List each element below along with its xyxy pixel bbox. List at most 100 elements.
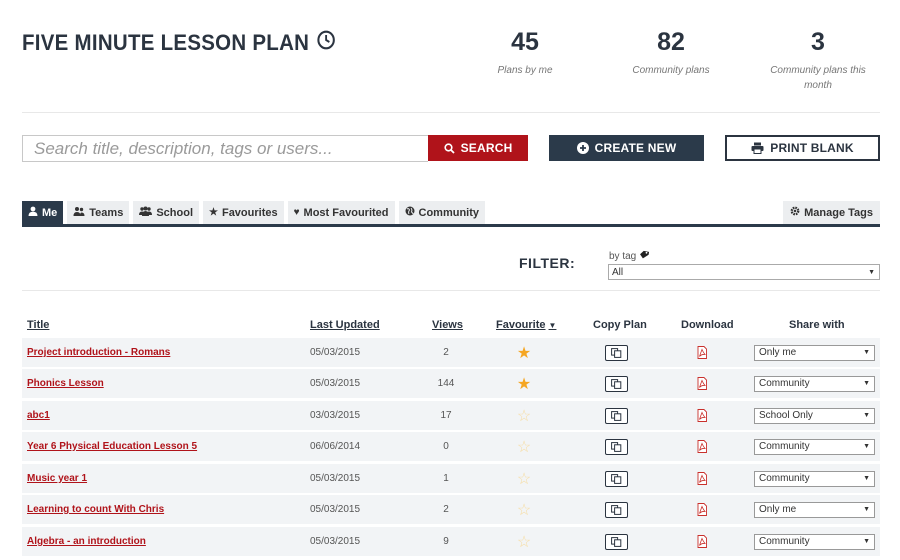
- share-with-select[interactable]: School Only ▼: [754, 401, 875, 430]
- copy-icon: [605, 344, 628, 361]
- column-header-favourite[interactable]: Favourite ▼: [496, 319, 556, 331]
- column-header-views[interactable]: Views: [432, 319, 463, 331]
- tab-label: Favourites: [221, 206, 278, 219]
- table-row: Year 6 Physical Education Lesson 5 06/06/…: [22, 432, 880, 461]
- create-new-label: CREATE NEW: [594, 141, 677, 155]
- sort-desc-icon: ▼: [548, 320, 557, 330]
- search-button[interactable]: SEARCH: [428, 135, 528, 161]
- last-updated-cell: 06/06/2014: [310, 441, 361, 452]
- tab-label: Most Favourited: [303, 206, 389, 219]
- tab-label: Community: [418, 206, 480, 219]
- plan-title-link[interactable]: Phonics Lesson: [27, 369, 104, 398]
- chevron-down-icon: ▼: [868, 268, 875, 276]
- share-select-value: Community: [759, 378, 810, 389]
- share-with-select[interactable]: Only me ▼: [754, 338, 875, 367]
- tab-label: School: [156, 206, 193, 219]
- table-row: Phonics Lesson 05/03/2015 144 ★ Community ▼: [22, 369, 880, 398]
- chevron-down-icon: ▼: [863, 443, 870, 450]
- favourite-star-icon[interactable]: ☆: [512, 464, 536, 493]
- plan-title-link[interactable]: abc1: [27, 401, 50, 430]
- tab-community[interactable]: Community: [398, 201, 485, 224]
- copy-plan-button[interactable]: [605, 464, 628, 493]
- copy-plan-button[interactable]: [605, 401, 628, 430]
- favourite-star-icon[interactable]: ★: [512, 338, 536, 367]
- copy-plan-button[interactable]: [605, 338, 628, 367]
- last-updated-cell: 05/03/2015: [310, 473, 361, 484]
- printer-icon: [751, 142, 764, 154]
- column-header-last-updated[interactable]: Last Updated: [310, 319, 380, 331]
- share-select-value: Community: [759, 536, 810, 547]
- column-header-download: Download: [681, 319, 734, 331]
- tag-icon: [639, 250, 650, 262]
- share-with-select[interactable]: Community ▼: [754, 464, 875, 493]
- tab-most-favourited[interactable]: ♥ Most Favourited: [287, 201, 395, 224]
- create-new-button[interactable]: CREATE NEW: [549, 135, 704, 161]
- gear-icon: [790, 206, 800, 219]
- pdf-download-icon[interactable]: [696, 369, 708, 398]
- share-select-value: School Only: [759, 410, 813, 421]
- share-select-value: Community: [759, 473, 810, 484]
- share-with-select[interactable]: Community ▼: [754, 527, 875, 556]
- search-icon: [443, 142, 455, 154]
- chevron-down-icon: ▼: [863, 349, 870, 356]
- share-select-box: Community ▼: [754, 438, 875, 455]
- manage-tags-label: Manage Tags: [804, 206, 873, 219]
- copy-icon: [605, 470, 628, 487]
- pdf-download-icon[interactable]: [696, 527, 708, 556]
- pdf-download-icon[interactable]: [696, 432, 708, 461]
- pdf-download-icon[interactable]: [696, 401, 708, 430]
- share-with-select[interactable]: Community ▼: [754, 432, 875, 461]
- share-select-value: Community: [759, 441, 810, 452]
- copy-plan-button[interactable]: [605, 527, 628, 556]
- tab-favourites[interactable]: ★ Favourites: [203, 201, 284, 224]
- stat-plans-by-me: 45 Plans by me: [470, 28, 580, 78]
- views-cell: 0: [443, 441, 449, 452]
- tab-me[interactable]: Me: [22, 201, 64, 224]
- last-updated-cell: 05/03/2015: [310, 504, 361, 515]
- table-row: Project introduction - Romans 05/03/2015 2…: [22, 338, 880, 367]
- chevron-down-icon: ▼: [863, 475, 870, 482]
- print-blank-button[interactable]: PRINT BLANK: [725, 135, 880, 161]
- chevron-down-icon: ▼: [863, 538, 870, 545]
- favourite-star-icon[interactable]: ☆: [512, 527, 536, 556]
- favourite-star-icon[interactable]: ☆: [512, 432, 536, 461]
- stat-label: Community plans this month: [770, 65, 866, 91]
- manage-tags-button[interactable]: Manage Tags: [783, 201, 880, 224]
- share-with-select[interactable]: Community ▼: [754, 369, 875, 398]
- search-button-label: SEARCH: [460, 141, 513, 155]
- copy-icon: [605, 438, 628, 455]
- table-row: Algebra - an introduction 05/03/2015 9 ☆ Com…: [22, 527, 880, 556]
- stat-community-plans: 82 Community plans: [616, 28, 726, 78]
- favourite-star-icon[interactable]: ★: [512, 369, 536, 398]
- plan-title-link[interactable]: Learning to count With Chris: [27, 495, 164, 524]
- pdf-download-icon[interactable]: [696, 495, 708, 524]
- share-with-select[interactable]: Only me ▼: [754, 495, 875, 524]
- copy-plan-button[interactable]: [605, 495, 628, 524]
- print-blank-label: PRINT BLANK: [770, 141, 854, 155]
- tab-teams[interactable]: Teams: [67, 201, 130, 224]
- tab-school[interactable]: School: [133, 201, 199, 224]
- share-select-box: Only me ▼: [754, 344, 875, 361]
- plan-title-link[interactable]: Year 6 Physical Education Lesson 5: [27, 432, 197, 461]
- search-input[interactable]: [22, 135, 428, 162]
- copy-icon: [605, 375, 628, 392]
- favourite-star-icon[interactable]: ☆: [512, 495, 536, 524]
- favourite-star-icon[interactable]: ☆: [512, 401, 536, 430]
- plan-tabs: Me Teams School ★ Favourites ♥ Most Favo…: [22, 201, 489, 225]
- star-icon: ★: [209, 207, 218, 218]
- plan-title-link[interactable]: Algebra - an introduction: [27, 527, 146, 556]
- school-icon: [139, 206, 153, 219]
- copy-plan-button[interactable]: [605, 432, 628, 461]
- column-header-favourite-label: Favourite: [496, 319, 546, 331]
- pdf-download-icon[interactable]: [696, 464, 708, 493]
- plan-title-link[interactable]: Music year 1: [27, 464, 87, 493]
- tag-filter-select[interactable]: All ▼: [608, 264, 880, 280]
- page-title-text: FIVE MINUTE LESSON PLAN: [22, 30, 310, 55]
- chevron-down-icon: ▼: [863, 412, 870, 419]
- tag-filter-value: All: [612, 266, 624, 278]
- pdf-download-icon[interactable]: [696, 338, 708, 367]
- plan-title-link[interactable]: Project introduction - Romans: [27, 338, 170, 367]
- column-header-title[interactable]: Title: [27, 319, 49, 331]
- share-select-value: Only me: [759, 347, 797, 358]
- copy-plan-button[interactable]: [605, 369, 628, 398]
